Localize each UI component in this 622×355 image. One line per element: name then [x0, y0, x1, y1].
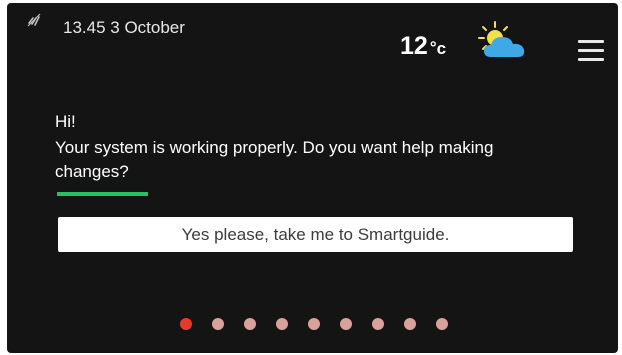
page-dot[interactable]	[340, 318, 352, 330]
page-dot[interactable]	[244, 318, 256, 330]
home-screen: 13.45 3 October 12 °c Hi! Your system is …	[7, 3, 618, 353]
wifi-signal-icon	[27, 13, 41, 27]
page-dot[interactable]	[308, 318, 320, 330]
temperature-unit: c	[436, 39, 447, 58]
page-dot[interactable]	[372, 318, 384, 330]
temperature-value: 12	[400, 32, 428, 60]
clock-date: 13.45 3 October	[63, 18, 185, 37]
hamburger-menu-icon[interactable]	[578, 40, 604, 62]
greeting-text: Hi!	[55, 112, 76, 131]
page-dot[interactable]	[436, 318, 448, 330]
page-dot[interactable]	[212, 318, 224, 330]
accent-underline	[57, 192, 148, 196]
partly-sunny-icon	[478, 21, 525, 57]
outdoor-temperature: 12 °c	[400, 31, 446, 64]
page-dot-active[interactable]	[180, 318, 192, 330]
status-message: Your system is working properly. Do you …	[55, 138, 494, 181]
page-indicator	[180, 318, 448, 330]
page-dot[interactable]	[404, 318, 416, 330]
smartguide-button[interactable]: Yes please, take me to Smartguide.	[58, 217, 573, 252]
page-dot[interactable]	[276, 318, 288, 330]
temperature-degree: °	[429, 38, 437, 57]
